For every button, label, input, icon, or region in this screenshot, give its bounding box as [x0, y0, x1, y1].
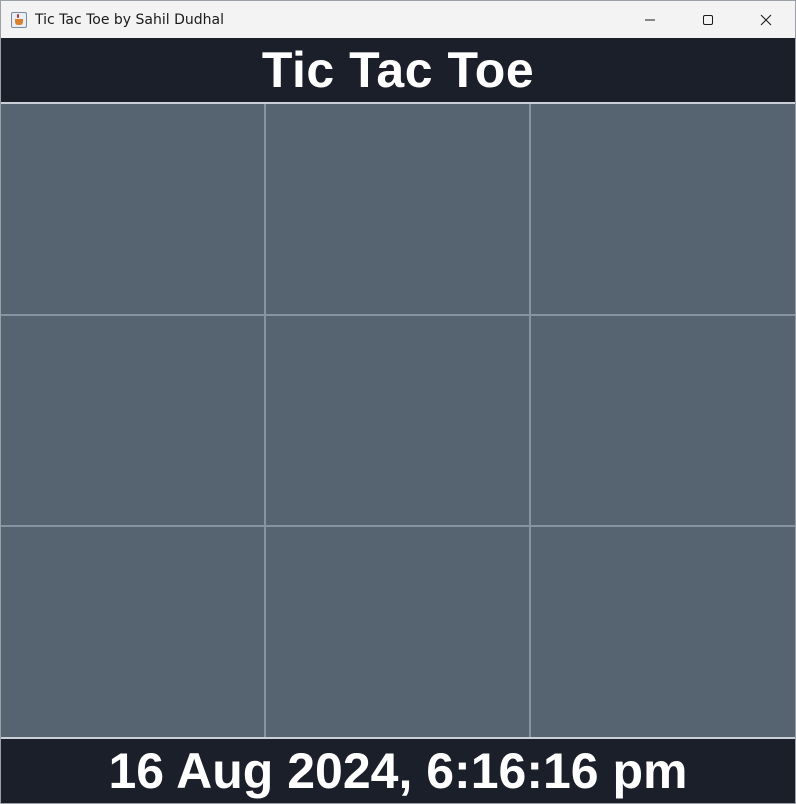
close-button[interactable]	[737, 1, 795, 38]
game-header: Tic Tac Toe	[1, 38, 795, 102]
game-board	[1, 104, 795, 737]
board-cell-r3c3[interactable]	[531, 527, 795, 737]
board-cell-r1c2[interactable]	[266, 104, 529, 314]
window-titlebar[interactable]: Tic Tac Toe by Sahil Dudhal	[1, 1, 795, 38]
board-cell-r2c2[interactable]	[266, 316, 529, 525]
game-title: Tic Tac Toe	[261, 42, 535, 98]
close-icon	[760, 14, 772, 25]
minimize-button[interactable]	[621, 1, 679, 38]
board-cell-r3c2[interactable]	[266, 527, 529, 737]
status-footer: 16 Aug 2024, 6:16:16 pm	[1, 739, 795, 803]
app-window: Tic Tac Toe by Sahil Dudhal Tic Tac Toe	[0, 0, 796, 804]
board-cell-r2c3[interactable]	[531, 316, 795, 525]
maximize-button[interactable]	[679, 1, 737, 38]
datetime-label: 16 Aug 2024, 6:16:16 pm	[108, 743, 688, 799]
java-app-icon	[11, 11, 27, 28]
maximize-icon	[703, 14, 713, 25]
board-cell-r2c1[interactable]	[1, 316, 264, 525]
board-cell-r3c1[interactable]	[1, 527, 264, 737]
window-title: Tic Tac Toe by Sahil Dudhal	[35, 11, 224, 28]
board-cell-r1c3[interactable]	[531, 104, 795, 314]
minimize-icon	[645, 19, 655, 20]
window-controls	[621, 1, 795, 38]
board-cell-r1c1[interactable]	[1, 104, 264, 314]
